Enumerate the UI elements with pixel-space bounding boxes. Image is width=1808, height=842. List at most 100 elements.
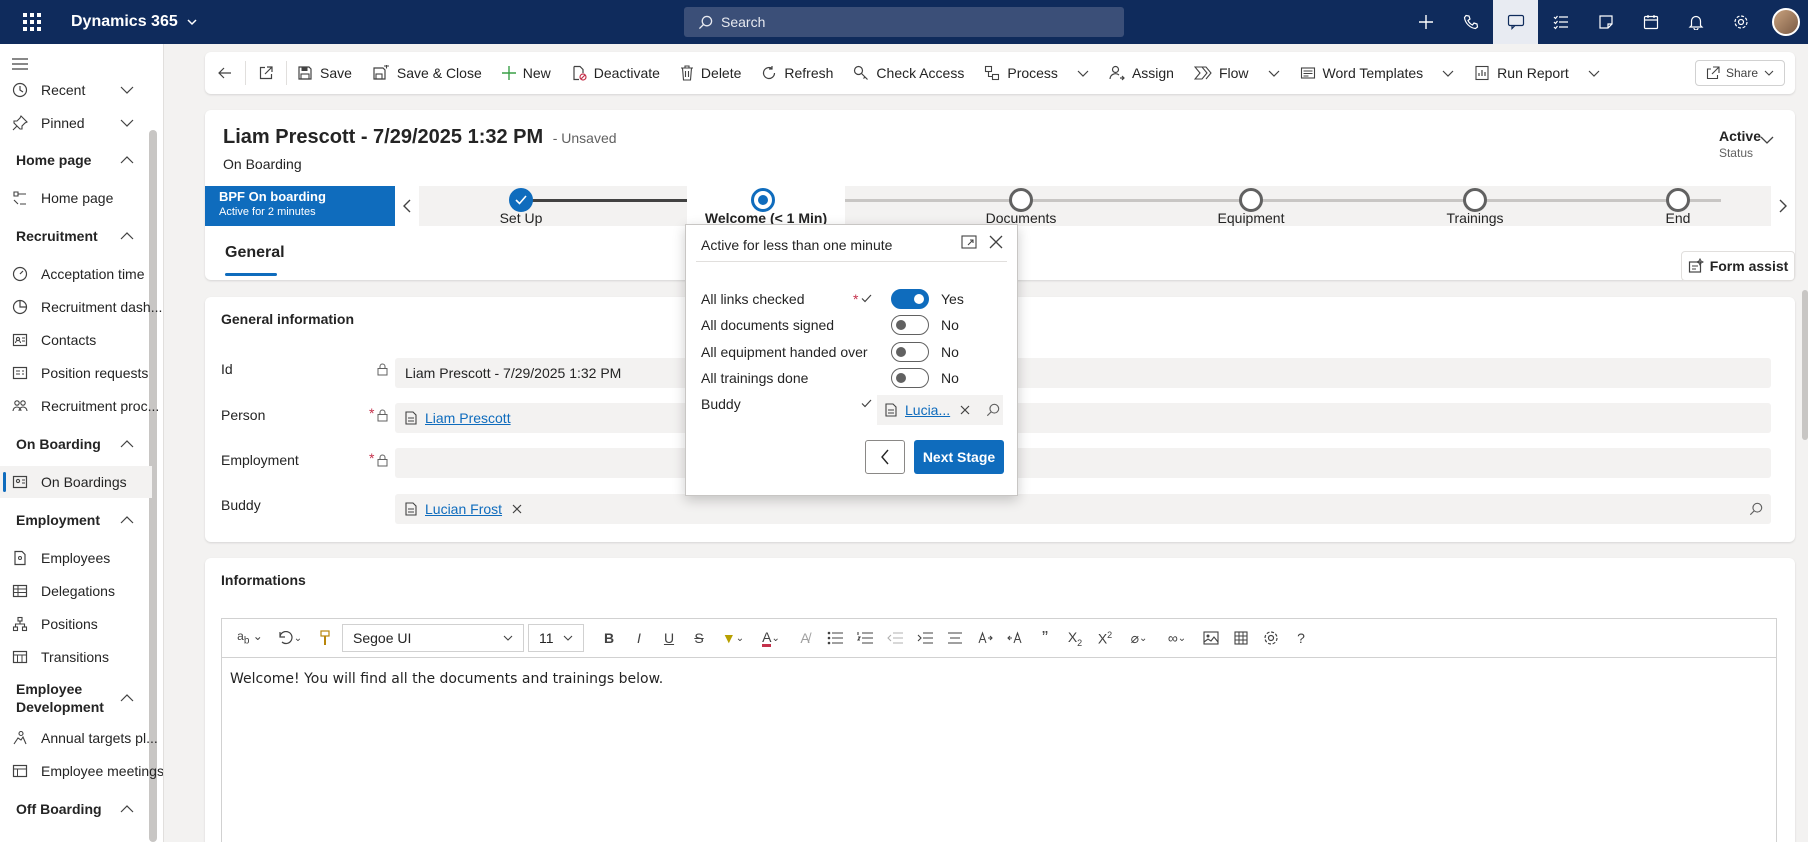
- bpf-prev-button[interactable]: [395, 186, 419, 226]
- process-button[interactable]: Process: [974, 52, 1099, 94]
- buddy-link[interactable]: Lucian Frost: [425, 501, 502, 517]
- open-new-window-button[interactable]: [246, 52, 286, 94]
- form-assist-button[interactable]: Form assist: [1681, 251, 1795, 281]
- italic-button[interactable]: I: [626, 624, 652, 652]
- sidebar-item-employee-meetings[interactable]: Employee meetings: [0, 755, 163, 787]
- all-equipment-handed-over-toggle[interactable]: [891, 342, 929, 362]
- close-icon[interactable]: [512, 504, 522, 514]
- notifications-button[interactable]: [1673, 0, 1718, 44]
- sidebar-item-positions[interactable]: Positions: [0, 608, 163, 640]
- buddy-field[interactable]: Lucian Frost: [395, 494, 1771, 524]
- font-family-select[interactable]: Segoe UI: [342, 624, 524, 652]
- id-field[interactable]: Liam Prescott - 7/29/2025 1:32 PM: [395, 358, 1771, 388]
- save-button[interactable]: Save: [287, 52, 362, 94]
- sidebar-group-on-boarding[interactable]: On Boarding: [0, 428, 163, 460]
- settings-button[interactable]: [1718, 0, 1763, 44]
- main-scrollbar[interactable]: [1802, 290, 1808, 440]
- refresh-button[interactable]: Refresh: [751, 52, 843, 94]
- undo-button[interactable]: ⌄: [272, 624, 308, 652]
- text-direction-button[interactable]: ab ⌄: [232, 624, 268, 652]
- all-trainings-done-toggle[interactable]: [891, 368, 929, 388]
- notes-button[interactable]: [1583, 0, 1628, 44]
- table-button[interactable]: [1228, 624, 1254, 652]
- strikethrough-button[interactable]: S: [686, 624, 712, 652]
- calendar-button[interactable]: [1628, 0, 1673, 44]
- search-icon[interactable]: [1749, 502, 1763, 516]
- chat-button[interactable]: [1493, 0, 1538, 44]
- back-button[interactable]: [205, 52, 245, 94]
- bpf-next-button[interactable]: [1771, 186, 1795, 226]
- format-painter-button[interactable]: [312, 624, 338, 652]
- app-launcher-button[interactable]: [0, 0, 64, 44]
- numbered-list-button[interactable]: [852, 624, 878, 652]
- next-stage-button[interactable]: Next Stage: [914, 440, 1004, 474]
- ltr-button[interactable]: [972, 624, 998, 652]
- bullet-list-button[interactable]: [822, 624, 848, 652]
- sidebar-item-annual-targets[interactable]: Annual targets pl...: [0, 722, 163, 754]
- sidebar-item-recruitment-process[interactable]: Recruitment proc...: [0, 390, 163, 422]
- person-link[interactable]: Liam Prescott: [425, 410, 511, 426]
- sidebar-item-transitions[interactable]: Transitions: [0, 641, 163, 673]
- increase-indent-button[interactable]: [912, 624, 938, 652]
- font-size-select[interactable]: 11: [528, 624, 584, 652]
- close-icon[interactable]: [989, 235, 1003, 249]
- sidebar-item-delegations[interactable]: Delegations: [0, 575, 163, 607]
- save-close-button[interactable]: Save & Close: [362, 52, 492, 94]
- search-icon[interactable]: [986, 403, 1000, 417]
- tasks-button[interactable]: [1538, 0, 1583, 44]
- new-button[interactable]: New: [492, 52, 561, 94]
- sidebar-item-contacts[interactable]: Contacts: [0, 324, 163, 356]
- flow-button[interactable]: Flow: [1184, 52, 1290, 94]
- bold-button[interactable]: B: [596, 624, 622, 652]
- sidebar-item-home-page[interactable]: Home page: [0, 182, 163, 214]
- check-access-button[interactable]: Check Access: [843, 52, 974, 94]
- decrease-indent-button[interactable]: [882, 624, 908, 652]
- sidebar-group-employment[interactable]: Employment: [0, 504, 163, 536]
- word-templates-button[interactable]: Word Templates: [1290, 52, 1465, 94]
- sidebar-item-recruitment-dashboard[interactable]: Recruitment dash...: [0, 291, 163, 323]
- delete-button[interactable]: Delete: [670, 52, 751, 94]
- status-field[interactable]: Active Status: [1719, 128, 1761, 160]
- add-button[interactable]: [1403, 0, 1448, 44]
- sidebar-group-home-page[interactable]: Home page: [0, 144, 163, 176]
- sidebar-item-position-requests[interactable]: Position requests: [0, 357, 163, 389]
- search-box[interactable]: Search: [684, 7, 1124, 37]
- sidebar-item-on-boardings[interactable]: On Boardings: [0, 466, 152, 498]
- rtl-button[interactable]: [1002, 624, 1028, 652]
- person-field[interactable]: Liam Prescott: [395, 403, 1771, 433]
- highlight-button[interactable]: ▼ ⌄: [716, 624, 750, 652]
- assign-button[interactable]: Assign: [1099, 52, 1184, 94]
- sidebar-item-employees[interactable]: Employees: [0, 542, 163, 574]
- all-links-checked-toggle[interactable]: [891, 289, 929, 309]
- app-switcher[interactable]: Dynamics 365: [71, 13, 198, 31]
- sidebar-group-employee-development[interactable]: Employee Development: [0, 676, 163, 720]
- all-documents-signed-toggle[interactable]: [891, 315, 929, 335]
- image-button[interactable]: [1198, 624, 1224, 652]
- sidebar-group-recruitment[interactable]: Recruitment: [0, 220, 163, 252]
- flyout-buddy-link[interactable]: Lucia...: [905, 402, 950, 418]
- font-color-button[interactable]: A ⌄: [754, 624, 788, 652]
- underline-button[interactable]: U: [656, 624, 682, 652]
- attach-button[interactable]: ⌀ ⌄: [1122, 624, 1156, 652]
- chevron-down-icon[interactable]: [1759, 134, 1775, 146]
- help-button[interactable]: ?: [1288, 624, 1314, 652]
- person-lookup-chip[interactable]: Liam Prescott: [405, 410, 511, 426]
- rich-text-editor[interactable]: Welcome! You will find all the documents…: [221, 657, 1777, 842]
- sidebar-group-off-boarding[interactable]: Off Boarding: [0, 793, 163, 825]
- subscript-button[interactable]: X2: [1062, 624, 1088, 652]
- dock-flyout-icon[interactable]: [961, 235, 977, 249]
- link-button[interactable]: ∞ ⌄: [1160, 624, 1194, 652]
- sidebar-item-pinned[interactable]: Pinned: [0, 107, 163, 139]
- sidebar-item-acceptation-time[interactable]: Acceptation time: [0, 258, 163, 290]
- clear-formatting-button[interactable]: A̸: [792, 624, 818, 652]
- user-menu-button[interactable]: [1763, 0, 1808, 44]
- align-button[interactable]: [942, 624, 968, 652]
- superscript-button[interactable]: X2: [1092, 624, 1118, 652]
- deactivate-button[interactable]: Deactivate: [561, 52, 670, 94]
- employment-field[interactable]: [395, 448, 1771, 478]
- run-report-button[interactable]: Run Report: [1464, 52, 1610, 94]
- sidebar-item-recent[interactable]: Recent: [0, 74, 163, 106]
- flyout-buddy-field[interactable]: Lucia...: [877, 395, 1003, 425]
- editor-settings-button[interactable]: [1258, 624, 1284, 652]
- previous-stage-button[interactable]: [865, 440, 905, 474]
